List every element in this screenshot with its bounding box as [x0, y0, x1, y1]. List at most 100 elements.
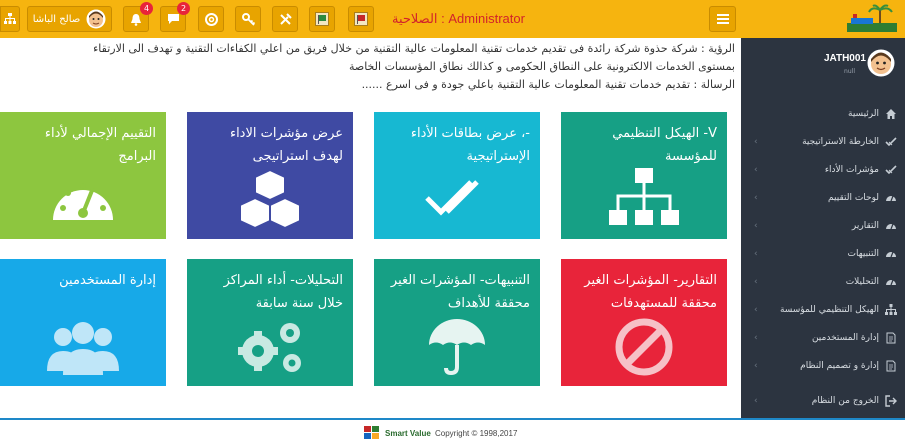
sitemap-icon: [4, 13, 16, 24]
user-menu-button[interactable]: صالح الباشا: [27, 6, 112, 32]
sitemap-icon: [609, 168, 679, 225]
hamburger-icon: [716, 14, 729, 24]
avatar: [86, 9, 106, 29]
profile-avatar: [867, 49, 895, 77]
chevron-left-icon: ‹: [754, 249, 758, 259]
messages-count-badge: 2: [177, 2, 190, 15]
sidebar-item-logout[interactable]: ‹ الخروج من النظام: [741, 387, 905, 415]
tile-label: V- الهيكل التنظيمي للمؤسسة: [612, 126, 717, 164]
tools-icon: [279, 12, 292, 25]
gauge-icon: [53, 183, 113, 220]
dashboard-icon: [886, 195, 896, 202]
user-name: صالح الباشا: [32, 13, 81, 25]
red-flag-icon: [354, 12, 368, 26]
sidebar-item-reports[interactable]: ‹ التقارير: [741, 212, 905, 240]
tile-user-management[interactable]: إدارة المستخدمين: [0, 259, 166, 386]
sidebar-item-user-management[interactable]: ‹ إدارة المستخدمين: [741, 324, 905, 352]
permission-label: الصلاحية : Administrator: [392, 11, 525, 26]
sidebar-item-label: التنبيهات: [847, 249, 879, 259]
tile-label: -، عرض بطاقات الأداء الإستراتيجية: [410, 126, 530, 164]
tile-org-structure[interactable]: V- الهيكل التنظيمي للمؤسسة: [561, 112, 727, 239]
sidebar-item-label: إدارة المستخدمين: [811, 333, 879, 343]
sidebar-item-scorecards[interactable]: ‹ لوحات التقييم: [741, 184, 905, 212]
file-icon: [886, 360, 896, 372]
chevron-left-icon: ‹: [754, 193, 758, 203]
footer: Smart Value Copyright © 1998,2017: [0, 418, 905, 442]
green-flag-icon: [315, 12, 329, 26]
tile-label: إدارة المستخدمين: [59, 273, 156, 288]
chevron-left-icon: ‹: [754, 361, 758, 371]
dashboard-icon: [886, 223, 896, 230]
tile-alerts-unmet-goals[interactable]: التنبيهات- المؤشرات الغير محققة للأهداف: [374, 259, 540, 386]
chevron-left-icon: ‹: [754, 333, 758, 343]
tile-reports-unmet-targets[interactable]: التقارير- المؤشرات الغير محققة للمستهدفا…: [561, 259, 727, 386]
file-icon: [886, 332, 896, 344]
support-button[interactable]: [198, 6, 224, 32]
sidebar-item-label: الخارطة الاستراتيجية: [802, 137, 879, 147]
sidebar-item-alerts[interactable]: ‹ التنبيهات: [741, 240, 905, 268]
vision-line-3: الرسالة : تقديم خدمات تقنية المعلومات عا…: [361, 78, 735, 91]
profile-status: null: [844, 68, 855, 75]
sidebar-item-kpis[interactable]: ‹ مؤشرات الأداء: [741, 156, 905, 184]
tile-label: التنبيهات- المؤشرات الغير محققة للأهداف: [390, 273, 530, 311]
home-icon: [886, 109, 896, 119]
tile-strategic-scorecards[interactable]: -، عرض بطاقات الأداء الإستراتيجية: [374, 112, 540, 239]
tile-program-evaluation[interactable]: التقييم الإجمالي لأداء البرامج: [0, 112, 166, 239]
sitemap-icon: [885, 304, 897, 315]
smart-value-logo: [364, 426, 379, 439]
ban-icon: [615, 318, 673, 376]
chevron-left-icon: ‹: [754, 137, 758, 147]
sidebar-item-system-design[interactable]: ‹ إدارة و تصميم النظام: [741, 352, 905, 380]
notifications-count-badge: 4: [140, 2, 153, 15]
chevron-left-icon: ‹: [754, 277, 758, 287]
tools-button[interactable]: [272, 6, 298, 32]
sidebar-item-strategy-map[interactable]: ‹ الخارطة الاستراتيجية: [741, 128, 905, 156]
vision-line-2: بمستوى الخدمات الالكترونية على النطاق ال…: [348, 60, 735, 73]
dashboard-icon: [886, 279, 896, 286]
flag-red-button[interactable]: [348, 6, 374, 32]
tile-label: عرض مؤشرات الاداء لهدف استراتيجى: [229, 126, 343, 164]
sidebar-item-analytics[interactable]: ‹ التحليلات: [741, 268, 905, 296]
sidebar-item-home[interactable]: الرئيسية: [741, 100, 905, 128]
chevron-left-icon: ‹: [754, 305, 758, 315]
menu-toggle-button[interactable]: [709, 6, 736, 32]
sidebar-item-label: التقارير: [851, 221, 879, 231]
chevron-left-icon: ‹: [754, 396, 758, 406]
users-icon: [47, 322, 119, 375]
cubes-icon: [239, 168, 301, 230]
tile-strategic-kpis[interactable]: عرض مؤشرات الاداء لهدف استراتيجى: [187, 112, 353, 239]
gears-icon: [238, 323, 301, 372]
top-bar: صالح الباشا 4 2 الصلاحية : Administrator: [0, 0, 905, 38]
check-icon: [885, 137, 897, 147]
vision-mission-text: الرؤية : شركة حذوة شركة رائدة فى تقديم خ…: [10, 40, 735, 94]
sidebar-item-label: الرئيسية: [848, 109, 879, 119]
tile-analytics-centers[interactable]: التحليلات- أداء المراكز خلال سنة سابقة: [187, 259, 353, 386]
sidebar: JATH001 null الرئيسية ‹ الخارطة الاسترات…: [741, 38, 905, 418]
flag-green-button[interactable]: [309, 6, 335, 32]
sidebar-item-label: الهيكل التنظيمي للمؤسسة: [779, 305, 879, 315]
lifebuoy-icon: [204, 12, 218, 26]
umbrella-icon: [429, 319, 485, 376]
sidebar-item-org-structure[interactable]: ‹ الهيكل التنظيمي للمؤسسة: [741, 296, 905, 324]
logout-icon: [885, 395, 897, 407]
sidebar-item-label: مؤشرات الأداء: [824, 165, 879, 175]
notifications-button[interactable]: 4: [123, 2, 153, 32]
tile-label: التحليلات- أداء المراكز خلال سنة سابقة: [223, 273, 343, 311]
tile-label: التقارير- المؤشرات الغير محققة للمستهدفا…: [584, 273, 717, 311]
sidebar-item-label: لوحات التقييم: [828, 193, 879, 203]
check-icon: [885, 165, 897, 175]
tile-label: التقييم الإجمالي لأداء البرامج: [44, 126, 156, 164]
chat-icon: [167, 14, 179, 24]
profile-name: JATH001: [823, 53, 866, 64]
double-check-icon: [425, 180, 479, 216]
sidebar-profile[interactable]: JATH001 null: [741, 38, 905, 90]
apps-button[interactable]: [0, 6, 20, 32]
key-button[interactable]: [235, 6, 261, 32]
vision-line-1: الرؤية : شركة حذوة شركة رائدة فى تقديم خ…: [93, 42, 735, 55]
sidebar-item-label: التحليلات: [845, 277, 879, 287]
sidebar-item-label: الخروج من النظام: [811, 396, 879, 406]
messages-button[interactable]: 2: [160, 2, 190, 32]
chevron-left-icon: ‹: [754, 221, 758, 231]
company-logo: [847, 4, 897, 32]
sidebar-item-label: إدارة و تصميم النظام: [800, 361, 879, 371]
